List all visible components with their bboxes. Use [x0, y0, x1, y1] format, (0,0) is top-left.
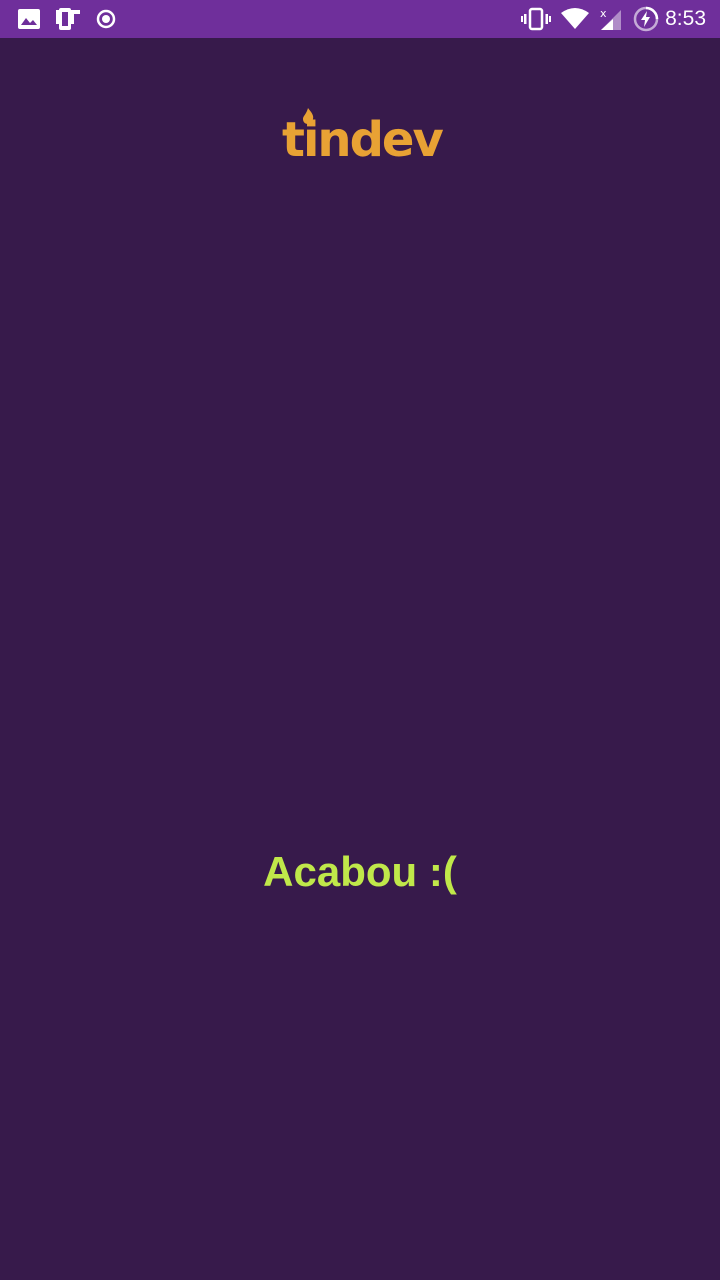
- record-icon: [95, 8, 117, 30]
- logo-text: tindev: [282, 112, 444, 168]
- tindev-logo: tindev: [282, 108, 444, 168]
- wifi-icon: [561, 8, 590, 30]
- screenshot-icon: [55, 7, 81, 31]
- status-time: 8:53: [665, 7, 706, 30]
- empty-state-message: Acabou :(: [263, 848, 457, 895]
- main-screen: tindev Acabou :(: [0, 38, 720, 1280]
- image-icon: [17, 8, 41, 30]
- signal-no-data-icon: x: [599, 7, 623, 31]
- svg-text:x: x: [600, 7, 607, 20]
- vibrate-icon: [521, 7, 552, 31]
- notification-icons: [17, 7, 131, 31]
- status-bar: x 8:53: [0, 0, 720, 38]
- battery-charging-icon: 8:53: [633, 6, 706, 32]
- system-icons: x 8:53: [511, 5, 706, 33]
